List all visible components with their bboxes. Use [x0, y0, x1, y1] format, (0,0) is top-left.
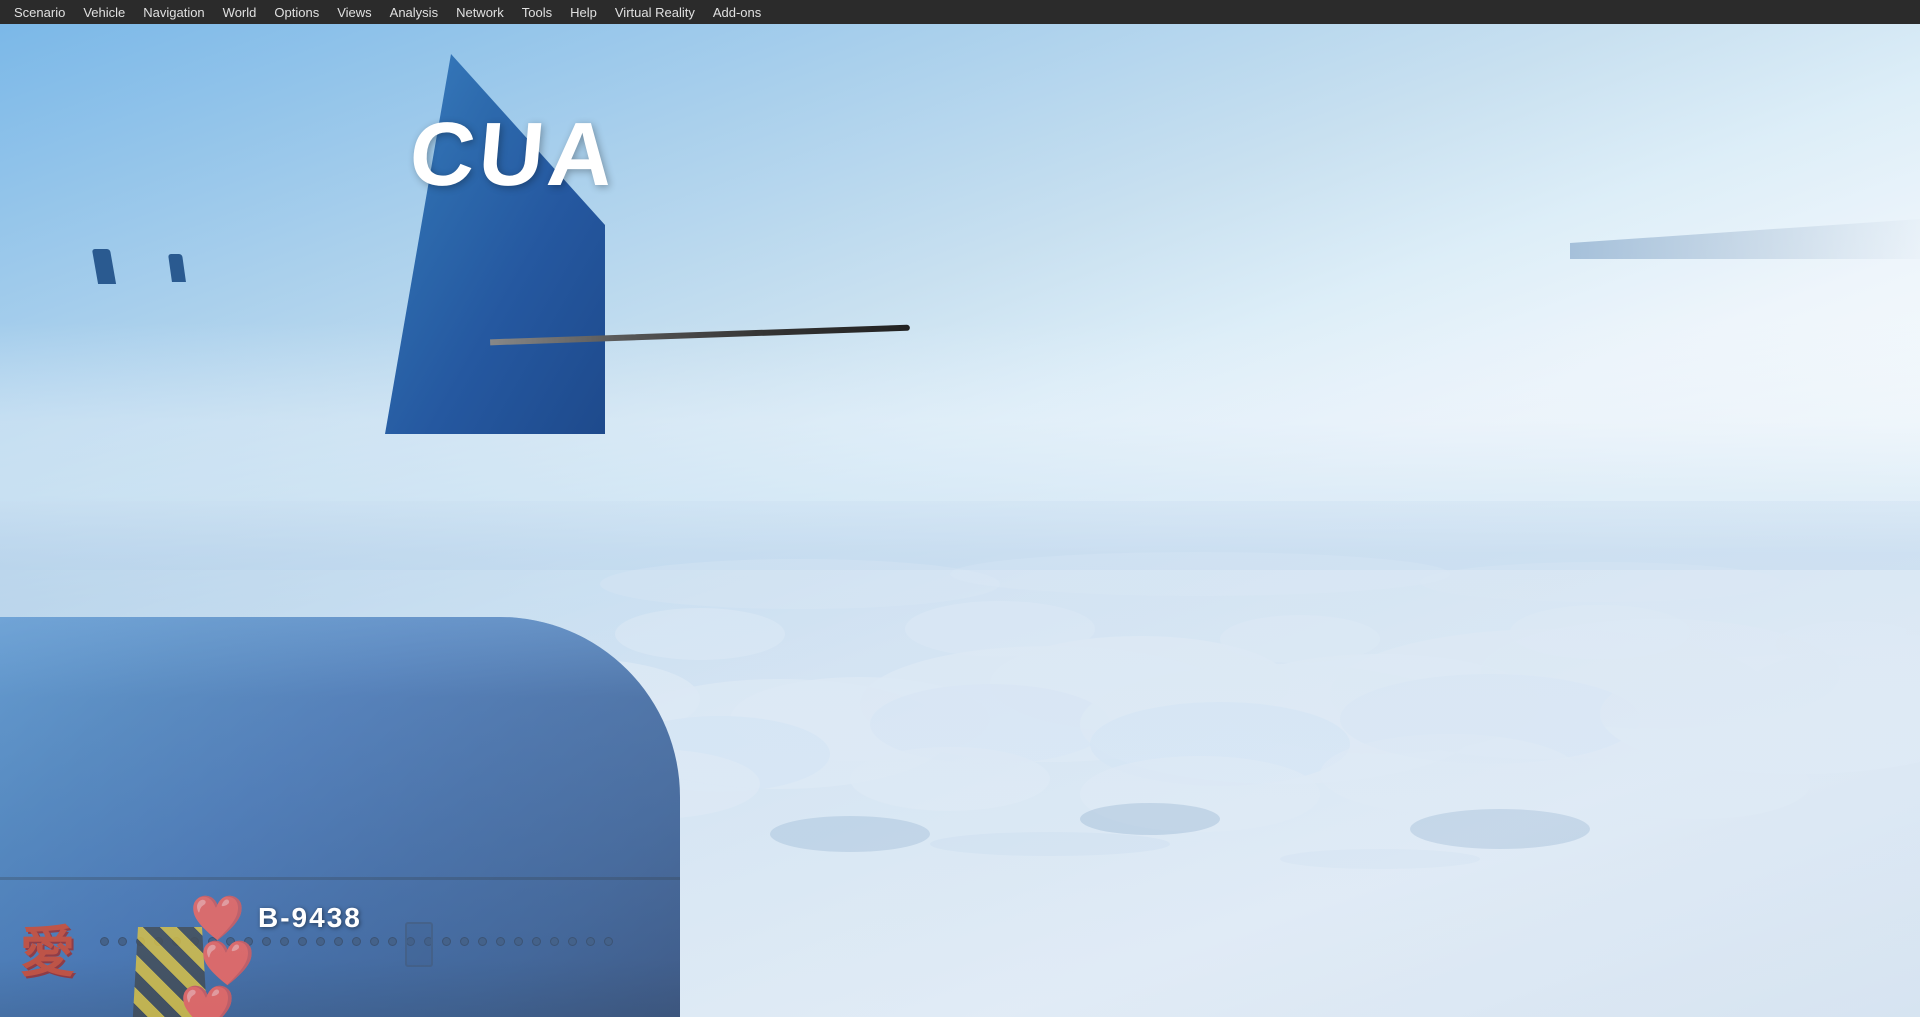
- cloud-overlay: [0, 501, 1920, 1017]
- viewport: 愛 ❤️ ❤️ ❤️ 1♥1 B-9438 CUA: [0, 24, 1920, 1017]
- menu-add-ons[interactable]: Add-ons: [705, 3, 769, 22]
- menu-views[interactable]: Views: [329, 3, 379, 22]
- menubar: Scenario Vehicle Navigation World Option…: [0, 0, 1920, 24]
- menu-help[interactable]: Help: [562, 3, 605, 22]
- menu-vehicle[interactable]: Vehicle: [75, 3, 133, 22]
- menu-network[interactable]: Network: [448, 3, 512, 22]
- registration-text: B-9438: [258, 902, 362, 934]
- menu-scenario[interactable]: Scenario: [6, 3, 73, 22]
- menu-world[interactable]: World: [215, 3, 265, 22]
- menu-navigation[interactable]: Navigation: [135, 3, 212, 22]
- antenna-2: [168, 254, 186, 282]
- menu-tools[interactable]: Tools: [514, 3, 560, 22]
- antenna-1: [92, 249, 116, 284]
- menu-analysis[interactable]: Analysis: [382, 3, 446, 22]
- menu-options[interactable]: Options: [266, 3, 327, 22]
- menu-virtual-reality[interactable]: Virtual Reality: [607, 3, 703, 22]
- airline-code: CUA: [405, 104, 621, 207]
